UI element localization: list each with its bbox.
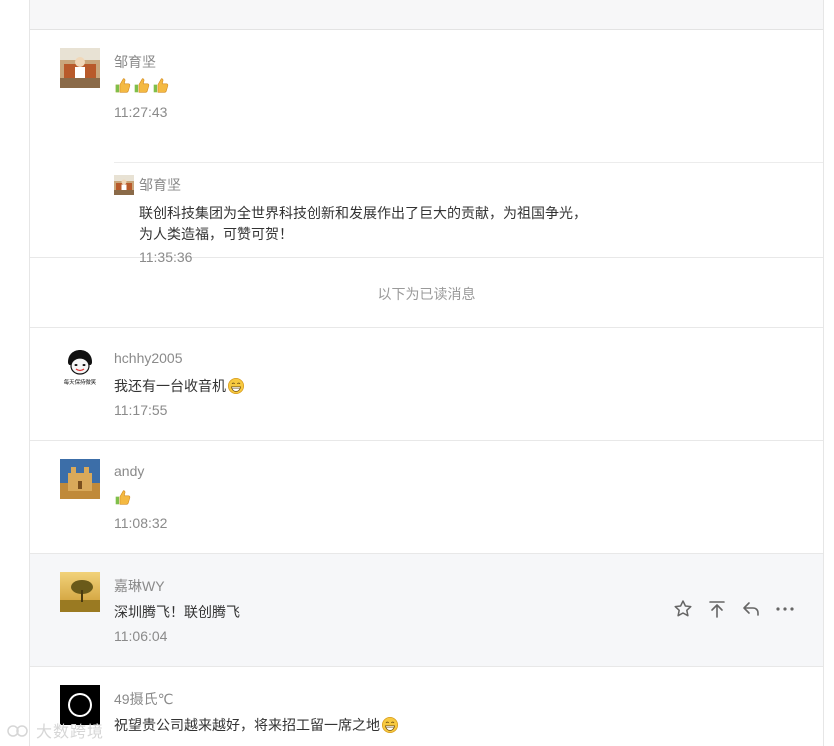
avatar[interactable]: 每天保持微笑 — [60, 346, 100, 386]
thumbs-up-icon — [134, 78, 150, 93]
thumbs-up-icon — [115, 78, 131, 93]
comment-actions — [673, 599, 795, 619]
watermark: 大数跨境 — [6, 718, 104, 742]
avatar[interactable] — [60, 459, 100, 499]
read-messages-divider: 以下为已读消息 — [30, 258, 823, 328]
comment-content: 我还有一台收音机 — [114, 376, 245, 396]
comment-item: 邹育坚 11:27:43 邹育坚 联创科技集团为全世界科技创新和发展作出了巨大的… — [30, 30, 823, 265]
comment-emoji-content — [114, 489, 133, 506]
comment-emoji-content — [114, 77, 171, 94]
avatar[interactable] — [60, 48, 100, 88]
comment-panel: —— 邹育坚 11:27:43 — [29, 0, 824, 746]
reply-username[interactable]: 邹育坚 — [139, 175, 181, 195]
comment-time: 11:17:55 — [114, 402, 168, 418]
more-icon[interactable] — [775, 599, 795, 619]
comment-time: 11:27:43 — [114, 104, 168, 120]
comment-username[interactable]: 嘉琳WY — [114, 576, 165, 596]
reply-text-line1: 联创科技集团为全世界科技创新和发展作出了巨大的贡献，为祖国争光， — [139, 205, 587, 221]
comment-item: 每天保持微笑 hchhy2005 我还有一台收音机 11:17:55 — [30, 328, 823, 441]
reply-item: 邹育坚 联创科技集团为全世界科技创新和发展作出了巨大的贡献，为祖国争光， 为人类… — [114, 162, 823, 265]
avatar-caption: 每天保持微笑 — [63, 380, 97, 386]
reply-text-line2: 为人类造福，可赞可贺！ — [139, 226, 293, 242]
previous-comment-strip: —— — [30, 0, 823, 30]
pin-top-icon[interactable] — [707, 599, 727, 619]
comment-content: 深圳腾飞！联创腾飞 — [114, 604, 240, 620]
avatar[interactable] — [60, 572, 100, 612]
comment-time: 11:08:32 — [114, 515, 168, 531]
comment-item: andy 11:08:32 — [30, 441, 823, 554]
comment-item: 49摄氏℃ 祝望贵公司越来越好，将来招工留一席之地 — [30, 667, 823, 746]
comment-username[interactable]: 49摄氏℃ — [114, 689, 173, 709]
comment-time: 11:06:04 — [114, 628, 168, 644]
comment-username[interactable]: 邹育坚 — [114, 52, 156, 72]
grin-emoji-icon — [227, 377, 245, 395]
comment-content: 祝望贵公司越来越好，将来招工留一席之地 — [114, 715, 399, 735]
thumbs-up-icon — [115, 490, 131, 505]
comment-item: 嘉琳WY 深圳腾飞！联创腾飞 11:06:04 — [30, 554, 823, 667]
reply-avatar[interactable] — [114, 175, 134, 195]
thumbs-up-icon — [153, 78, 169, 93]
star-icon[interactable] — [673, 599, 693, 619]
grin-emoji-icon — [381, 716, 399, 734]
reply-icon[interactable] — [741, 599, 761, 619]
comment-username[interactable]: andy — [114, 463, 144, 479]
cut-off-text: —— — [771, 0, 801, 4]
read-divider-label: 以下为已读消息 — [377, 286, 476, 302]
comment-username[interactable]: hchhy2005 — [114, 350, 183, 366]
